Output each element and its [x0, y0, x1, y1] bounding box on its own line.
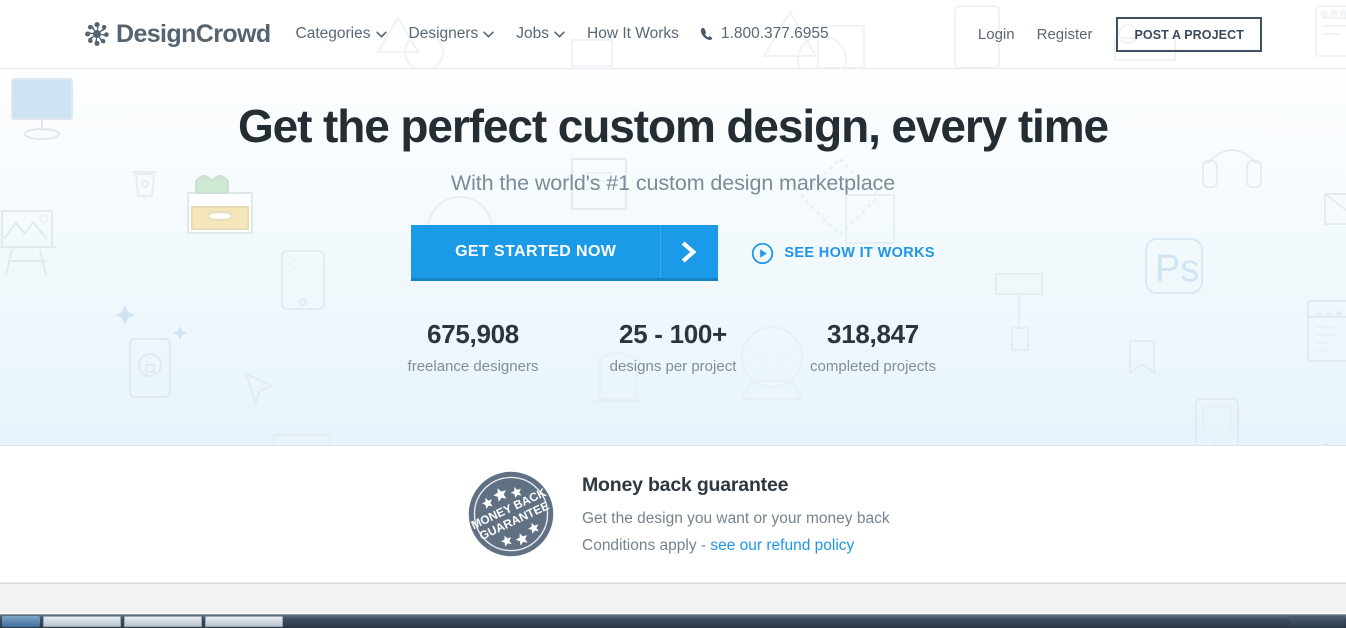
browser-page: DesignCrowd Categories Designers Jobs Ho…: [0, 0, 1346, 628]
stat-label: freelance designers: [407, 358, 539, 376]
system-tray[interactable]: [1290, 616, 1344, 627]
see-how-it-works-link[interactable]: SEE HOW IT WORKS: [751, 242, 935, 265]
hero-section: Ps A Get the perfect custom design, ever…: [0, 69, 1346, 446]
hero-cta-row: GET STARTED NOW SEE HOW IT WORKS: [0, 225, 1346, 282]
guarantee-title: Money back guarantee: [582, 473, 789, 496]
guarantee-line-1: Get the design you want or your money ba…: [582, 509, 890, 527]
nav-label: Jobs: [516, 25, 550, 42]
money-back-guarantee-seal-icon: MONEY BACK GUARANTEE: [468, 471, 554, 557]
stat-label: designs per project: [609, 358, 737, 376]
guarantee-line-2-prefix: Conditions apply -: [582, 536, 711, 554]
starburst-logo-icon: [85, 21, 109, 46]
phone-icon: [700, 28, 713, 41]
nav-item-categories[interactable]: Categories: [285, 19, 398, 49]
guarantee-text-block: Money back guarantee Get the design you …: [582, 474, 890, 555]
chevron-right-icon: [661, 225, 718, 278]
phone-label: 1.800.377.6955: [720, 25, 829, 42]
guarantee-line-2: Conditions apply - see our refund policy: [582, 537, 890, 555]
taskbar-item[interactable]: [205, 616, 283, 627]
stat-freelance-designers: 675,908 freelance designers: [373, 319, 573, 375]
login-link[interactable]: Login: [967, 20, 1026, 49]
page-bottom-area: [0, 583, 1346, 613]
main-navigation: Categories Designers Jobs How It Works 1…: [285, 19, 839, 49]
start-button[interactable]: [2, 616, 40, 627]
play-circle-icon: [752, 242, 774, 264]
hero-content: Get the perfect custom design, every tim…: [0, 69, 1346, 376]
nav-label: How It Works: [587, 25, 679, 42]
stat-number: 318,847: [827, 319, 919, 350]
stat-number: 675,908: [427, 319, 519, 350]
get-started-label: GET STARTED NOW: [411, 225, 662, 279]
nav-label: Categories: [295, 25, 371, 42]
site-logo[interactable]: DesignCrowd: [84, 21, 271, 47]
see-how-it-works-label: SEE HOW IT WORKS: [784, 245, 935, 262]
taskbar-item[interactable]: [124, 616, 202, 627]
taskbar-item[interactable]: [43, 616, 121, 627]
nav-item-how-it-works[interactable]: How It Works: [576, 19, 690, 49]
chevron-down-icon: [483, 30, 494, 38]
stat-designs-per-project: 25 - 100+ designs per project: [573, 319, 773, 375]
register-link[interactable]: Register: [1026, 20, 1104, 49]
stat-completed-projects: 318,847 completed projects: [773, 319, 973, 375]
stat-label: completed projects: [810, 358, 936, 376]
stat-number: 25 - 100+: [619, 319, 727, 350]
post-a-project-button[interactable]: POST A PROJECT: [1116, 16, 1262, 52]
phone-number[interactable]: 1.800.377.6955: [690, 19, 839, 49]
refund-policy-link[interactable]: see our refund policy: [710, 537, 854, 554]
hero-subtitle: With the world's #1 custom design market…: [450, 171, 896, 196]
chevron-down-icon: [375, 30, 387, 38]
hero-stats: 675,908 freelance designers 25 - 100+ de…: [0, 319, 1346, 375]
chevron-down-icon: [554, 30, 565, 38]
os-taskbar: [0, 614, 1346, 628]
page-title: Get the perfect custom design, every tim…: [237, 100, 1109, 152]
get-started-now-button[interactable]: GET STARTED NOW: [411, 225, 719, 282]
nav-item-designers[interactable]: Designers: [398, 19, 506, 49]
nav-label: Designers: [408, 25, 479, 42]
nav-item-jobs[interactable]: Jobs: [505, 19, 576, 49]
logo-text: DesignCrowd: [116, 19, 271, 48]
money-back-guarantee-section: MONEY BACK GUARANTEE Money back guarante…: [0, 446, 1346, 583]
site-header: DesignCrowd Categories Designers Jobs Ho…: [0, 0, 1346, 69]
header-actions: Login Register POST A PROJECT: [967, 16, 1262, 52]
